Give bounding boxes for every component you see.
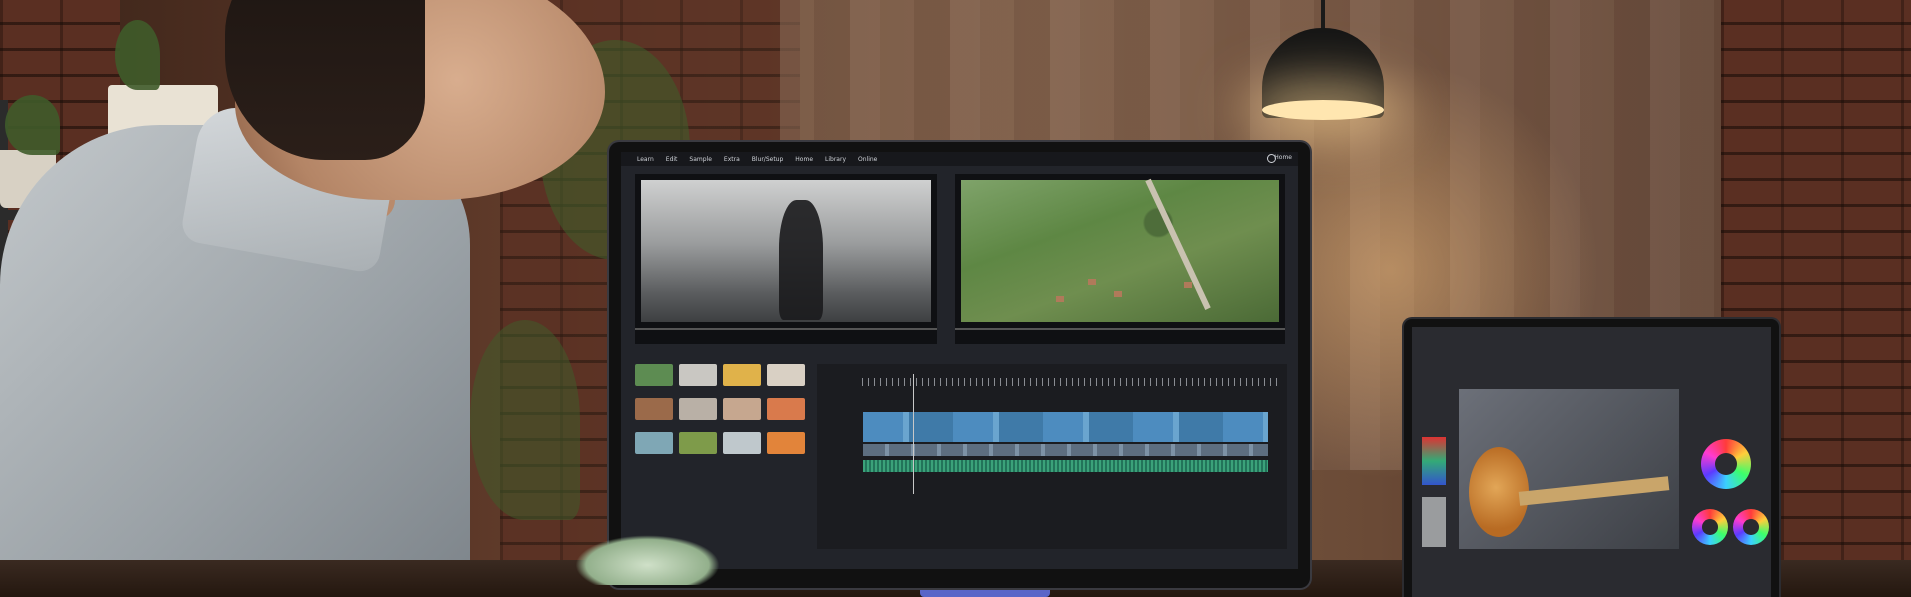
menu-item[interactable]: Edit <box>666 156 678 163</box>
media-thumbnail[interactable] <box>767 432 805 454</box>
aerial-house <box>1183 282 1192 289</box>
media-thumbnail[interactable] <box>635 398 673 420</box>
timeline-playhead[interactable] <box>913 374 914 494</box>
menu-item[interactable]: Learn <box>637 156 654 163</box>
timeline-panel[interactable] <box>817 364 1287 549</box>
media-thumbnail[interactable] <box>679 398 717 420</box>
dancing-couple-silhouette <box>779 200 823 320</box>
laptop <box>1404 319 1779 597</box>
program-viewer[interactable] <box>955 174 1285 344</box>
media-thumbnail[interactable] <box>767 398 805 420</box>
color-wheel-icon[interactable] <box>1701 439 1751 489</box>
media-thumbnail[interactable] <box>679 432 717 454</box>
menu-item[interactable]: Library <box>825 156 846 163</box>
program-scrub-bar[interactable] <box>955 328 1285 330</box>
media-thumbnail[interactable] <box>723 398 761 420</box>
video-track-clips[interactable] <box>863 412 1268 442</box>
lamp-bulb-light <box>1262 100 1384 120</box>
aerial-house <box>1088 279 1097 286</box>
video-editor-screen: Learn Edit Sample Extra Blur/Setup Home … <box>621 152 1298 569</box>
menu-item[interactable]: Sample <box>689 156 712 163</box>
source-scrub-bar[interactable] <box>635 328 937 330</box>
menu-item[interactable]: Online <box>858 156 877 163</box>
menu-item[interactable]: Home <box>795 156 813 163</box>
aerial-house <box>1113 290 1122 297</box>
media-bin <box>635 364 811 484</box>
editor-menu-bar: Learn Edit Sample Extra Blur/Setup Home … <box>621 152 1298 166</box>
color-wheel-icon[interactable] <box>1733 509 1769 545</box>
aerial-house <box>1056 296 1065 303</box>
desktop-monitor: Learn Edit Sample Extra Blur/Setup Home … <box>609 142 1310 588</box>
media-thumbnail[interactable] <box>723 432 761 454</box>
source-viewer[interactable] <box>635 174 937 344</box>
guitar-video-frame <box>1459 389 1679 549</box>
color-swatch-strip[interactable] <box>1422 437 1446 485</box>
color-wheel-icon[interactable] <box>1692 509 1728 545</box>
color-grading-screen <box>1412 327 1771 597</box>
photo-scene: Learn Edit Sample Extra Blur/Setup Home … <box>0 0 1911 597</box>
timeline-ruler[interactable] <box>862 378 1282 386</box>
person <box>0 0 605 597</box>
media-thumbnail[interactable] <box>723 364 761 386</box>
home-label[interactable]: Home <box>1274 154 1292 161</box>
menu-item[interactable]: Blur/Setup <box>752 156 784 163</box>
dance-video-frame <box>641 180 931 322</box>
media-thumbnail[interactable] <box>767 364 805 386</box>
guitar-neck <box>1518 476 1670 506</box>
media-thumbnail[interactable] <box>635 432 673 454</box>
audio-waveform-track[interactable] <box>863 460 1268 472</box>
succulent-plant <box>575 535 720 585</box>
menu-item[interactable]: Extra <box>724 156 740 163</box>
aerial-video-frame <box>961 178 1279 322</box>
aerial-road <box>1145 178 1212 310</box>
lamp-cord <box>1321 0 1325 30</box>
video-track-2-clips[interactable] <box>863 444 1268 456</box>
media-thumbnail[interactable] <box>679 364 717 386</box>
scope-thumbnail <box>1422 497 1446 547</box>
media-thumbnail[interactable] <box>635 364 673 386</box>
